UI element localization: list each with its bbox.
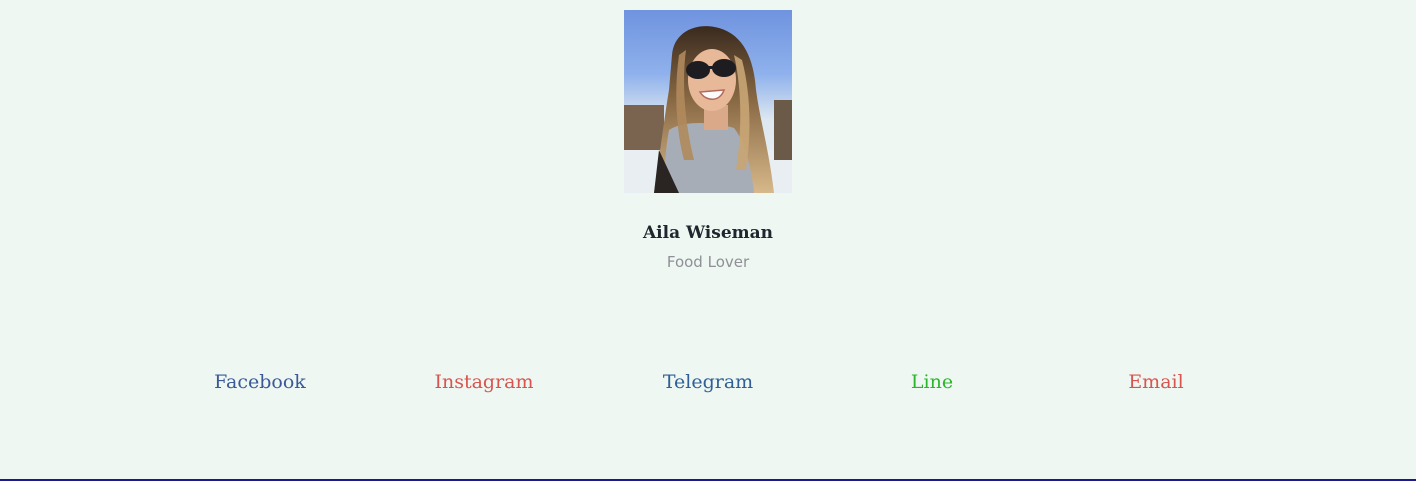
email-link[interactable]: Email <box>1128 369 1183 395</box>
social-links: Facebook Instagram Telegram Line Email <box>0 369 1416 395</box>
instagram-link[interactable]: Instagram <box>434 369 533 395</box>
facebook-link[interactable]: Facebook <box>214 369 306 395</box>
line-link[interactable]: Line <box>911 369 953 395</box>
profile-role: Food Lover <box>666 253 750 271</box>
profile-photo <box>624 10 792 193</box>
profile-name: Aila Wiseman <box>642 223 774 243</box>
telegram-link[interactable]: Telegram <box>663 369 753 395</box>
